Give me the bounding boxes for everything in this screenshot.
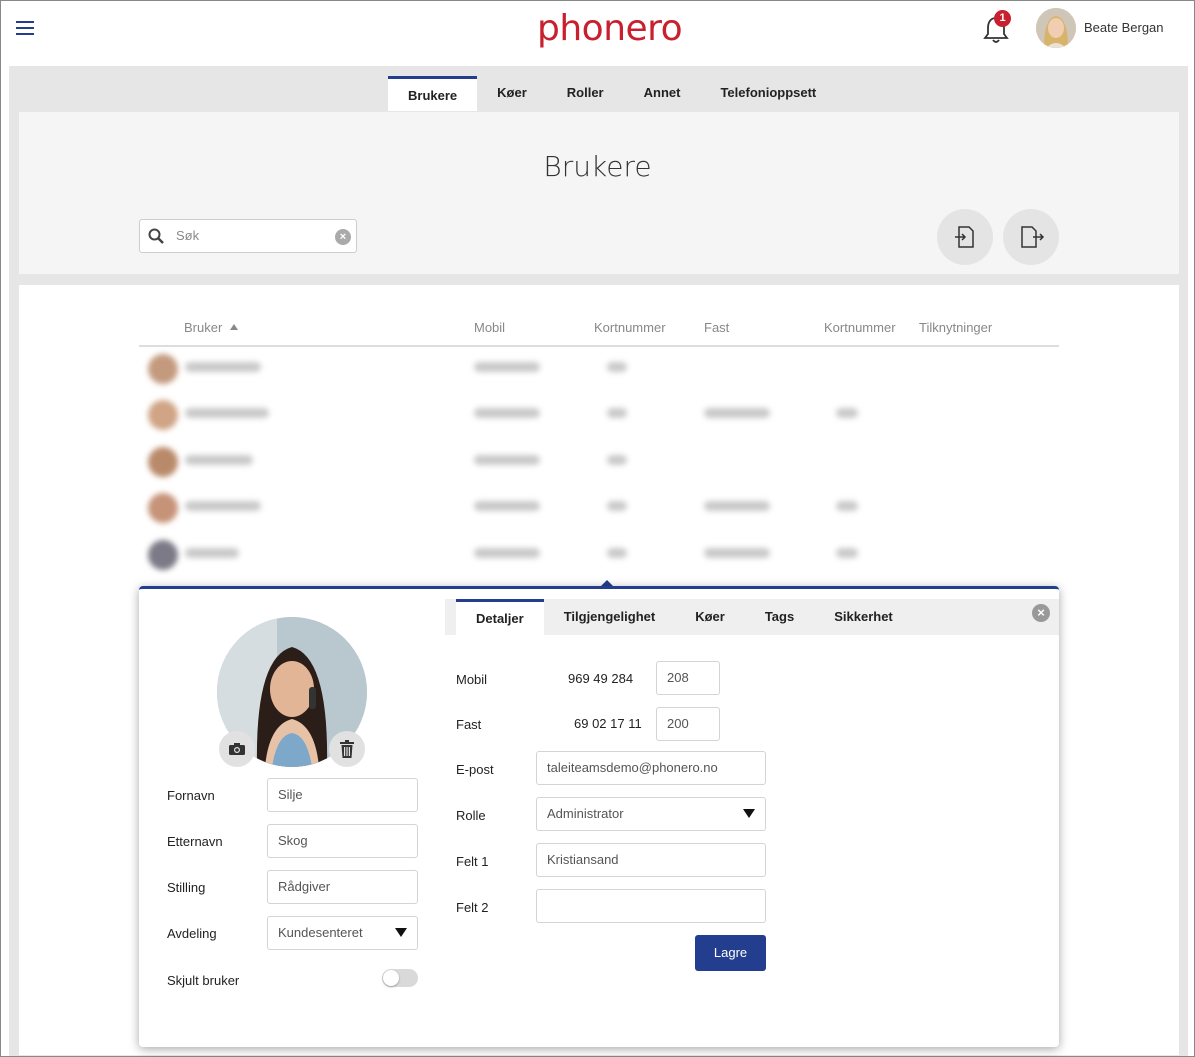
detail-tabs: Detaljer Tilgjengelighet Køer Tags Sikke… [456, 599, 913, 635]
trash-icon [340, 740, 354, 758]
import-button[interactable] [937, 209, 993, 265]
avatar[interactable] [1036, 8, 1076, 48]
camera-icon [229, 743, 245, 755]
field2-label: Felt 2 [456, 900, 489, 915]
table-row[interactable] [139, 532, 1059, 578]
department-select[interactable]: Kundesenteret [267, 916, 418, 950]
top-tabs: Brukere Køer Roller Annet Telefonioppset… [388, 76, 836, 111]
search-input[interactable] [174, 227, 328, 244]
field2-input[interactable] [536, 889, 766, 923]
fixed-value: 69 02 17 11 [574, 716, 642, 731]
dropdown-arrow-icon [743, 809, 755, 818]
department-label: Avdeling [167, 926, 217, 941]
clear-icon[interactable]: × [335, 229, 351, 245]
fixed-label: Fast [456, 717, 482, 732]
hide-user-toggle[interactable] [382, 969, 418, 987]
table-row[interactable] [139, 392, 1059, 438]
delete-photo-button[interactable] [329, 731, 365, 767]
close-icon[interactable]: × [1032, 604, 1050, 622]
email-field[interactable]: taleiteamsdemo@phonero.no [536, 751, 766, 785]
mobile-label: Mobil [456, 672, 488, 687]
tab-detail-koer[interactable]: Køer [675, 599, 745, 635]
title-field[interactable]: Rådgiver [267, 870, 418, 904]
mobile-value: 969 49 284 [568, 671, 634, 686]
phonero-logo: phonero [537, 8, 683, 49]
sort-ascending-icon [229, 324, 238, 330]
notification-badge: 1 [994, 10, 1011, 27]
save-button[interactable]: Lagre [695, 935, 766, 971]
import-file-icon [955, 226, 974, 248]
table-row[interactable] [139, 346, 1059, 392]
tab-detaljer[interactable]: Detaljer [456, 599, 544, 635]
last-name-field[interactable]: Skog [267, 824, 418, 858]
role-label: Rolle [456, 808, 486, 823]
menu-icon[interactable] [16, 21, 34, 35]
search-icon [148, 228, 164, 249]
tab-roller[interactable]: Roller [547, 76, 624, 110]
table-row[interactable] [139, 485, 1059, 531]
email-label: E-post [456, 762, 494, 777]
tab-tilgjengelighet[interactable]: Tilgjengelighet [544, 599, 676, 635]
tab-koer[interactable]: Køer [477, 76, 547, 110]
title-label: Stilling [167, 880, 206, 895]
column-header-bruker[interactable]: Bruker [184, 320, 238, 335]
hide-user-label: Skjult bruker [167, 973, 240, 988]
table-row[interactable] [139, 439, 1059, 485]
tab-telefonioppsett[interactable]: Telefonioppsett [700, 76, 836, 110]
tab-annet[interactable]: Annet [624, 76, 701, 110]
field1-label: Felt 1 [456, 854, 489, 869]
tab-sikkerhet[interactable]: Sikkerhet [814, 599, 913, 635]
tab-tags[interactable]: Tags [745, 599, 814, 635]
column-header-kortnummer[interactable]: Kortnummer [594, 320, 666, 335]
column-header-tilknytninger[interactable]: Tilknytninger [919, 320, 992, 335]
fixed-short-field[interactable]: 200 [656, 707, 720, 741]
first-name-label: Fornavn [167, 788, 215, 803]
field1-input[interactable]: Kristiansand [536, 843, 766, 877]
camera-button[interactable] [219, 731, 255, 767]
user-name[interactable]: Beate Bergan [1084, 20, 1164, 35]
export-file-icon [1021, 226, 1045, 248]
column-header-mobil[interactable]: Mobil [474, 320, 505, 335]
role-select[interactable]: Administrator [536, 797, 766, 831]
first-name-field[interactable]: Silje [267, 778, 418, 812]
dropdown-arrow-icon [395, 928, 407, 937]
mobile-short-field[interactable]: 208 [656, 661, 720, 695]
column-header-fast[interactable]: Fast [704, 320, 729, 335]
page-title: Brukere [543, 150, 652, 183]
department-value: Kundesenteret [278, 925, 363, 940]
column-header-kortnummer-fast[interactable]: Kortnummer [824, 320, 896, 335]
role-value: Administrator [547, 806, 624, 821]
export-button[interactable] [1003, 209, 1059, 265]
search-box: × [139, 219, 357, 253]
last-name-label: Etternavn [167, 834, 223, 849]
tab-brukere[interactable]: Brukere [388, 76, 478, 111]
